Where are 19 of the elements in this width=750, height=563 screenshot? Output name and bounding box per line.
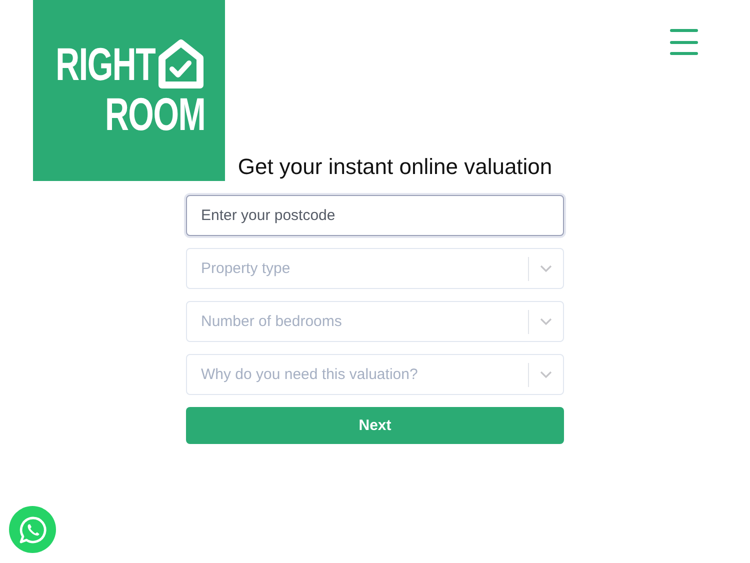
phone-bubble-icon (18, 514, 48, 544)
select-field[interactable]: Why do you need this valuation? (186, 354, 564, 395)
chevron-down-icon (540, 264, 552, 272)
logo[interactable]: RIGHT ROOM (33, 0, 225, 181)
form-heading: Get your instant online valuation (236, 153, 552, 181)
select-placeholder: Number of bedrooms (201, 313, 342, 330)
logo-text: RIGHT (56, 40, 155, 88)
chat-button[interactable] (9, 506, 56, 553)
chevron-down-icon (540, 370, 552, 378)
select-placeholder: Why do you need this valuation? (201, 366, 418, 383)
select-field[interactable]: Number of bedrooms (186, 301, 564, 342)
next-button[interactable]: Next (186, 407, 564, 444)
menu-button[interactable] (668, 27, 700, 57)
select-field[interactable]: Property type (186, 248, 564, 289)
select-placeholder: Property type (201, 260, 290, 277)
house-check-icon (157, 38, 205, 90)
logo-text: ROOM (104, 90, 205, 138)
postcode-field[interactable]: Enter your postcode (186, 195, 564, 236)
chevron-down-icon (540, 318, 552, 326)
